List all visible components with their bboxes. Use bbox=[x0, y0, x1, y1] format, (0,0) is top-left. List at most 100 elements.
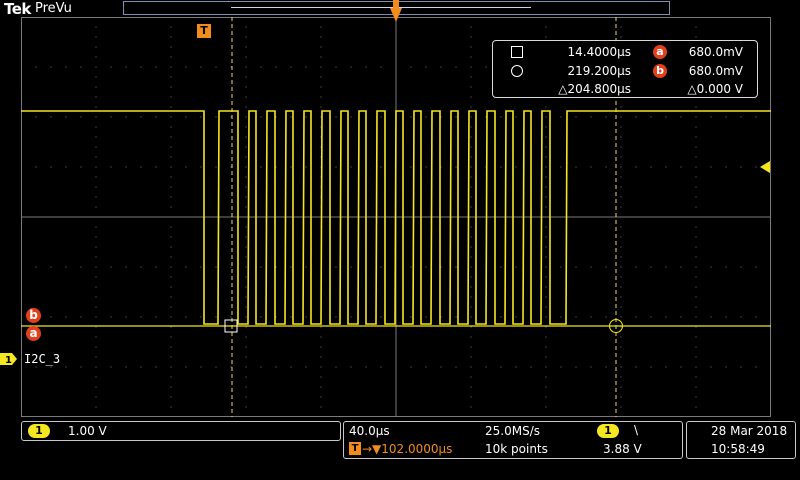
grid-dot bbox=[320, 396, 322, 398]
trigger-level-arrow-icon[interactable] bbox=[760, 161, 770, 173]
grid-dot bbox=[95, 266, 97, 268]
grid-dot bbox=[545, 206, 547, 208]
grid-dot bbox=[440, 66, 442, 68]
grid-dot bbox=[680, 116, 682, 118]
grid-dot bbox=[170, 146, 172, 148]
cursor2-row: 219.200µs b 680.0mV bbox=[493, 63, 757, 79]
grid-dot bbox=[230, 266, 232, 268]
grid-dot bbox=[575, 316, 577, 318]
grid-dot bbox=[470, 146, 472, 148]
grid-dot bbox=[470, 386, 472, 388]
grid-dot bbox=[95, 36, 97, 38]
grid-dot bbox=[620, 316, 622, 318]
grid-dot bbox=[80, 366, 82, 368]
grid-dot bbox=[245, 236, 247, 238]
trigger-delay: →▼102.0000µs bbox=[362, 442, 453, 456]
grid-dot bbox=[260, 316, 262, 318]
cursor1-row: 14.4000µs a 680.0mV bbox=[493, 44, 757, 60]
cursor-b-badge: b bbox=[653, 64, 667, 78]
grid-dot bbox=[215, 266, 217, 268]
grid-dot bbox=[620, 416, 622, 417]
grid-dot bbox=[290, 66, 292, 68]
grid-dot bbox=[620, 386, 622, 388]
grid-dot bbox=[455, 366, 457, 368]
timebase-box[interactable]: 40.0µs 25.0MS/s 1 \ T →▼102.0000µs 10k p… bbox=[343, 421, 683, 459]
grid-dot bbox=[470, 296, 472, 298]
channel1-marker-number: 1 bbox=[5, 355, 12, 366]
grid-dot bbox=[185, 116, 187, 118]
grid-dot bbox=[200, 116, 202, 118]
grid-dot bbox=[245, 406, 247, 408]
grid-dot bbox=[95, 256, 97, 258]
grid-dot bbox=[425, 366, 427, 368]
channel1-scale-box[interactable]: 1 1.00 V bbox=[21, 421, 341, 441]
grid-dot bbox=[620, 17, 622, 18]
grid-dot bbox=[545, 26, 547, 28]
grid-dot bbox=[290, 116, 292, 118]
grid-dot bbox=[575, 116, 577, 118]
acquisition-mode: PreVu bbox=[35, 1, 72, 16]
grid-dot bbox=[170, 286, 172, 288]
grid-dot bbox=[620, 306, 622, 308]
circle-cursor-icon bbox=[511, 65, 523, 77]
grid-dot bbox=[590, 166, 592, 168]
grid-dot bbox=[545, 116, 547, 118]
grid-dot bbox=[215, 166, 217, 168]
grid-dot bbox=[620, 276, 622, 278]
grid-dot bbox=[650, 116, 652, 118]
cursor-b-marker[interactable]: b bbox=[26, 308, 41, 323]
grid-dot bbox=[635, 166, 637, 168]
grid-dot bbox=[230, 366, 232, 368]
grid-dot bbox=[545, 276, 547, 278]
trigger-t-marker[interactable]: T bbox=[197, 24, 211, 38]
grid-dot bbox=[320, 406, 322, 408]
grid-dot bbox=[350, 66, 352, 68]
grid-dot bbox=[680, 316, 682, 318]
grid-dot bbox=[95, 356, 97, 358]
grid-dot bbox=[245, 166, 247, 168]
grid-dot bbox=[245, 396, 247, 398]
grid-dot bbox=[95, 276, 97, 278]
grid-dot bbox=[545, 126, 547, 128]
grid-dot bbox=[470, 126, 472, 128]
grid-dot bbox=[95, 96, 97, 98]
grid-dot bbox=[470, 266, 472, 268]
grid-dot bbox=[635, 366, 637, 368]
grid-dot bbox=[695, 126, 697, 128]
grid-dot bbox=[305, 266, 307, 268]
grid-dot bbox=[95, 326, 97, 328]
channel-label: I2C_3 bbox=[24, 352, 61, 366]
grid-dot bbox=[170, 36, 172, 38]
grid-dot bbox=[110, 266, 112, 268]
grid-dot bbox=[650, 316, 652, 318]
grid-dot bbox=[380, 366, 382, 368]
grid-dot bbox=[620, 36, 622, 38]
grid-dot bbox=[545, 156, 547, 158]
cursor-a-marker[interactable]: a bbox=[26, 326, 41, 341]
grid-dot bbox=[245, 266, 247, 268]
grid-dot bbox=[680, 366, 682, 368]
grid-dot bbox=[545, 316, 547, 318]
channel1-ground-marker[interactable]: 1 bbox=[0, 352, 18, 366]
grid-dot bbox=[770, 366, 771, 368]
grid-dot bbox=[695, 276, 697, 278]
grid-dot bbox=[515, 166, 517, 168]
grid-dot bbox=[65, 166, 67, 168]
trigger-position-icon[interactable] bbox=[388, 0, 404, 24]
grid-dot bbox=[665, 166, 667, 168]
grid-dot bbox=[125, 266, 127, 268]
grid-dot bbox=[620, 186, 622, 188]
grid-dot bbox=[620, 396, 622, 398]
grid-dot bbox=[545, 256, 547, 258]
cursor1-volt: 680.0mV bbox=[688, 45, 743, 59]
grid-dot bbox=[620, 26, 622, 28]
grid-dot bbox=[650, 366, 652, 368]
grid-dot bbox=[470, 186, 472, 188]
grid-dot bbox=[260, 266, 262, 268]
grid-dot bbox=[260, 166, 262, 168]
grid-dot bbox=[695, 336, 697, 338]
grid-dot bbox=[95, 236, 97, 238]
grid-dot bbox=[245, 196, 247, 198]
grid-dot bbox=[470, 366, 472, 368]
grid-dot bbox=[650, 166, 652, 168]
